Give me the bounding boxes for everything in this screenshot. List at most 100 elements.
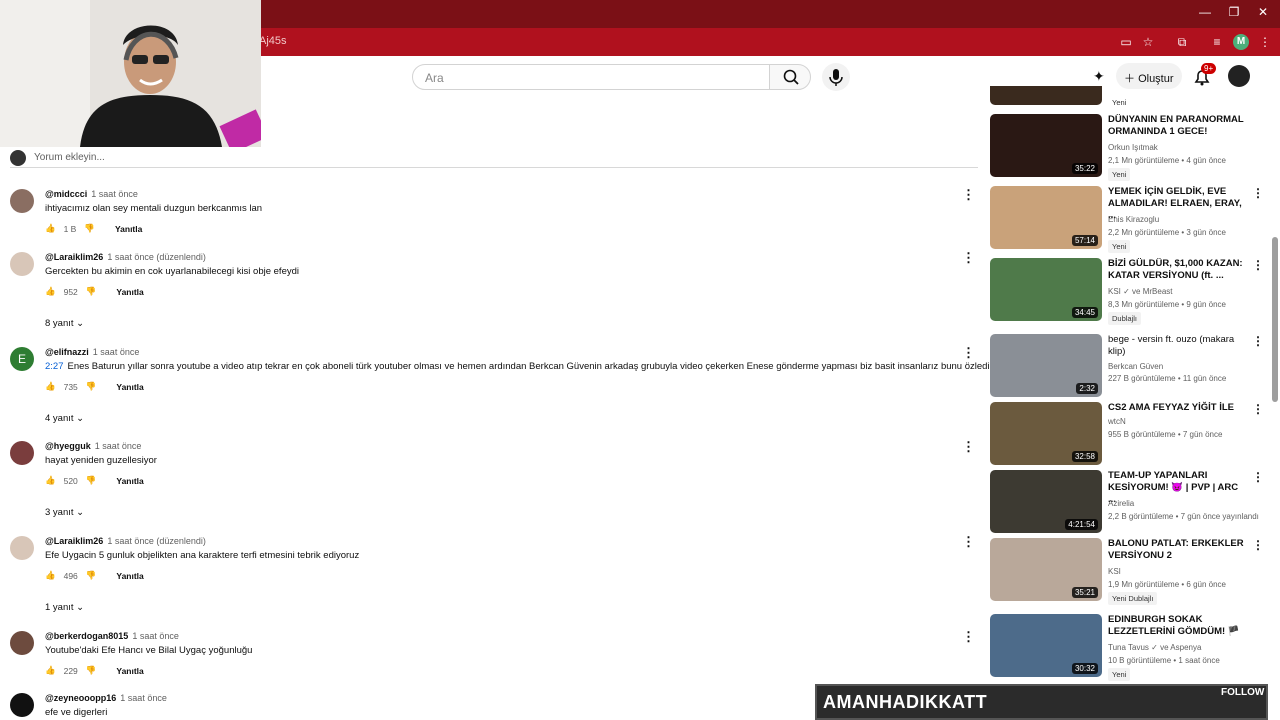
more-options-icon[interactable]: ⋮ xyxy=(1252,538,1264,552)
video-thumbnail[interactable]: 4:21:54 xyxy=(990,470,1102,533)
replies-toggle[interactable]: 1 yanıt ⌄ xyxy=(45,602,84,613)
video-thumbnail[interactable]: 35:21 xyxy=(990,538,1102,601)
recommended-video[interactable]: 30:32 EDINBURGH SOKAK LEZZETLERİNİ GÖMDÜ… xyxy=(990,614,1262,681)
recommended-video[interactable]: 34:45 BİZİ GÜLDÜR, $1,000 KAZAN: KATAR V… xyxy=(990,258,1264,325)
sidebar-scrollbar[interactable] xyxy=(1272,237,1278,402)
channel-name[interactable]: KSI ✓ ve MrBeast xyxy=(1108,287,1173,296)
profile-avatar[interactable]: M xyxy=(1233,34,1249,50)
like-icon[interactable]: 👍 xyxy=(45,475,56,486)
dislike-icon[interactable]: 👎 xyxy=(86,570,97,581)
video-title[interactable]: BALONU PATLAT: ERKEKLER VERSİYONU 2 xyxy=(1108,538,1246,562)
like-icon[interactable]: 👍 xyxy=(45,665,56,676)
like-icon[interactable]: 👍 xyxy=(45,223,56,234)
channel-name[interactable]: Orkun Işıtmak xyxy=(1108,143,1158,152)
more-options-icon[interactable]: ⋮ xyxy=(1252,258,1264,272)
avatar[interactable] xyxy=(10,693,34,717)
reply-button[interactable]: Yanıtla xyxy=(116,382,143,392)
video-title[interactable]: EDINBURGH SOKAK LEZZETLERİNİ GÖMDÜM! 🏴 xyxy=(1108,614,1246,638)
comment-time[interactable]: 1 saat önce xyxy=(132,631,179,641)
account-avatar[interactable] xyxy=(1228,65,1250,87)
video-timestamp-link[interactable]: 2:27 xyxy=(45,361,64,372)
browser-menu-icon[interactable]: ⋮ xyxy=(1256,33,1274,51)
replies-toggle[interactable]: 4 yanıt ⌄ xyxy=(45,413,84,424)
channel-name[interactable]: KSI xyxy=(1108,567,1121,576)
comment-author[interactable]: @zeyneooopp16 xyxy=(45,693,116,703)
recommended-video[interactable]: 4:21:54 TEAM-UP YAPANLARI KESİYORUM! 😈 |… xyxy=(990,470,1264,536)
comment-author[interactable]: @Laraiklim26 xyxy=(45,252,103,262)
avatar[interactable] xyxy=(10,252,34,276)
search-input[interactable]: Ara xyxy=(412,64,770,90)
avatar[interactable] xyxy=(10,441,34,465)
recommended-video[interactable]: 2:32 bege - versin ft. ouzo (makara klip… xyxy=(990,334,1264,400)
reply-button[interactable]: Yanıtla xyxy=(115,224,142,234)
like-icon[interactable]: 👍 xyxy=(45,570,56,581)
media-control-icon[interactable]: ≡ xyxy=(1208,33,1226,51)
more-options-icon[interactable]: ⋮ xyxy=(1252,334,1264,348)
more-options-icon[interactable]: ⋮ xyxy=(1252,186,1264,200)
bookmark-star-icon[interactable]: ☆ xyxy=(1139,33,1157,51)
video-title[interactable]: bege - versin ft. ouzo (makara klip) xyxy=(1108,334,1246,358)
avatar[interactable] xyxy=(10,189,34,213)
video-title[interactable]: DÜNYANIN EN PARANORMAL ORMANINDA 1 GECE! xyxy=(1108,114,1246,138)
comment-author[interactable]: @hyegguk xyxy=(45,441,91,451)
reply-button[interactable]: Yanıtla xyxy=(116,666,143,676)
minimize-icon[interactable]: — xyxy=(1196,5,1214,19)
voice-search-button[interactable] xyxy=(822,63,850,91)
channel-name[interactable]: Azirelia xyxy=(1108,499,1134,508)
comment-author[interactable]: @midccci xyxy=(45,189,87,199)
more-options-icon[interactable]: ⋮ xyxy=(962,250,975,266)
channel-name[interactable]: Tuna Tavus ✓ ve Aspenya xyxy=(1108,643,1201,652)
dislike-icon[interactable]: 👎 xyxy=(86,381,97,392)
restore-icon[interactable]: ❐ xyxy=(1225,5,1243,19)
video-thumbnail[interactable]: 2:32 xyxy=(990,334,1102,397)
comment-time[interactable]: 1 saat önce (düzenlendi) xyxy=(107,252,206,262)
channel-name[interactable]: wtcN xyxy=(1108,417,1126,426)
avatar[interactable]: E xyxy=(10,347,34,371)
comment-time[interactable]: 1 saat önce (düzenlendi) xyxy=(107,536,206,546)
comment-author[interactable]: @berkerdogan8015 xyxy=(45,631,128,641)
reply-button[interactable]: Yanıtla xyxy=(116,571,143,581)
video-thumbnail[interactable]: 34:45 xyxy=(990,258,1102,321)
more-options-icon[interactable]: ⋮ xyxy=(962,534,975,550)
comment-author[interactable]: @elifnazzi xyxy=(45,347,89,357)
video-thumbnail[interactable]: 30:32 xyxy=(990,614,1102,677)
channel-name[interactable]: Enis Kirazoglu xyxy=(1108,215,1159,224)
more-options-icon[interactable]: ⋮ xyxy=(962,187,975,203)
video-title[interactable]: BİZİ GÜLDÜR, $1,000 KAZAN: KATAR VERSİYO… xyxy=(1108,258,1246,282)
reply-button[interactable]: Yanıtla xyxy=(116,287,143,297)
dislike-icon[interactable]: 👎 xyxy=(86,665,97,676)
more-options-icon[interactable]: ⋮ xyxy=(1252,470,1264,484)
sparkle-icon[interactable]: ✦ xyxy=(1093,68,1105,85)
close-icon[interactable]: ✕ xyxy=(1254,5,1272,19)
more-options-icon[interactable]: ⋮ xyxy=(962,629,975,645)
search-button[interactable] xyxy=(769,64,811,90)
dislike-icon[interactable]: 👎 xyxy=(84,223,95,234)
comment-time[interactable]: 1 saat önce xyxy=(93,347,140,357)
more-options-icon[interactable]: ⋮ xyxy=(962,345,975,361)
create-button[interactable]: ＋ Oluştur xyxy=(1116,63,1182,89)
video-thumbnail[interactable]: 35:22 xyxy=(990,114,1102,177)
comment-author[interactable]: @Laraiklim26 xyxy=(45,536,103,546)
address-bar[interactable]: Aj45s xyxy=(259,35,287,47)
channel-name[interactable]: Berkcan Güven xyxy=(1108,362,1163,371)
video-thumbnail[interactable]: 32:58 xyxy=(990,402,1102,465)
avatar[interactable] xyxy=(10,536,34,560)
avatar[interactable] xyxy=(10,631,34,655)
extensions-icon[interactable]: ⧉ xyxy=(1173,33,1191,51)
dislike-icon[interactable]: 👎 xyxy=(86,286,97,297)
replies-toggle[interactable]: 8 yanıt ⌄ xyxy=(45,318,84,329)
video-thumbnail[interactable]: 57:14 xyxy=(990,186,1102,249)
comment-time[interactable]: 1 saat önce xyxy=(95,441,142,451)
video-thumbnail[interactable] xyxy=(990,86,1102,105)
recommended-video[interactable]: 32:58 CS2 AMA FEYYAZ YİĞİT İLE wtcN 955 … xyxy=(990,402,1264,468)
add-comment-bar[interactable]: Yorum ekleyin... xyxy=(10,150,978,168)
cast-icon[interactable]: ▭ xyxy=(1117,33,1135,51)
add-comment-input[interactable]: Yorum ekleyin... xyxy=(34,152,105,163)
video-title[interactable]: CS2 AMA FEYYAZ YİĞİT İLE xyxy=(1108,402,1246,414)
recommended-video[interactable]: 35:21 BALONU PATLAT: ERKEKLER VERSİYONU … xyxy=(990,538,1264,605)
comment-time[interactable]: 1 saat önce xyxy=(91,189,138,199)
replies-toggle[interactable]: 3 yanıt ⌄ xyxy=(45,507,84,518)
like-icon[interactable]: 👍 xyxy=(45,286,56,297)
reply-button[interactable]: Yanıtla xyxy=(116,476,143,486)
comment-time[interactable]: 1 saat önce xyxy=(120,693,167,703)
